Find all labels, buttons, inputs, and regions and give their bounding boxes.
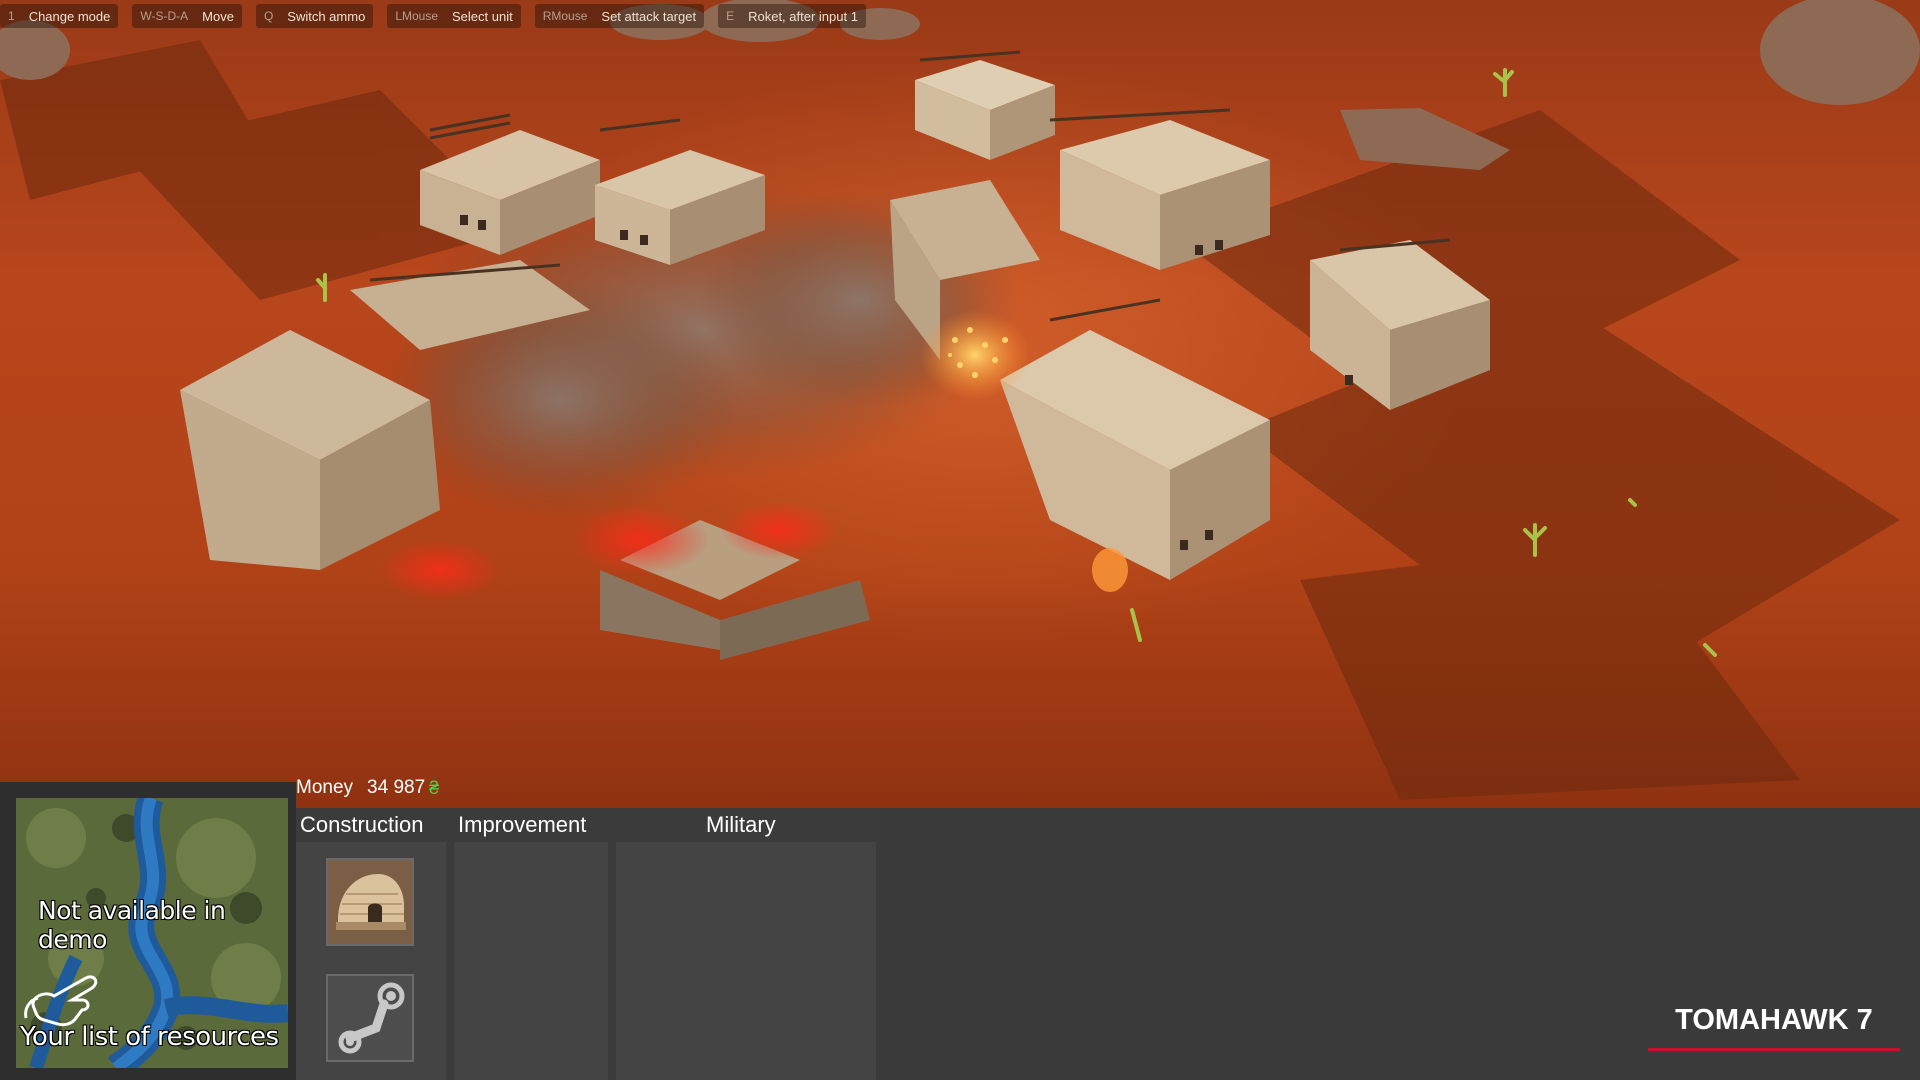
hint-label: Move [202,8,234,24]
game-screen: 1 Change mode W-S-D-A Move Q Switch ammo… [0,0,1920,1080]
hint-key: 1 [8,9,15,23]
key-hints-bar: 1 Change mode W-S-D-A Move Q Switch ammo… [0,0,1920,32]
build-tabs: Construction Improvement Military [296,808,886,842]
info-area [884,808,1920,1080]
explosion-sparks [920,310,1030,400]
money-value: 34 987 [367,777,426,798]
fire-glow [380,540,500,600]
game-logo: TOMAHAWK 7 [1675,1004,1873,1036]
game-world-viewport[interactable] [0,0,1920,808]
build-slot-hut[interactable] [326,858,414,946]
logo-underline [1648,1048,1900,1051]
tab-construction[interactable]: Construction [300,812,424,838]
hint-rocket: E Roket, after input 1 [718,4,866,28]
hint-key: RMouse [542,9,588,23]
improvement-column [454,842,608,1080]
hint-label: Change mode [28,8,111,24]
resources-hint: Your list of resources [20,1022,279,1052]
hint-key: LMouse [395,9,439,23]
hint-change-mode: 1 Change mode [0,4,119,28]
hint-label: Select unit [452,8,513,24]
hint-label: Roket, after input 1 [748,8,858,24]
hint-key: Q [263,9,274,23]
hint-select-unit: LMouse Select unit [387,4,521,28]
currency-icon: ₴ [429,777,440,798]
minimap-unavailable-notice: Not available in demo [38,896,226,954]
hut-icon [328,860,412,944]
money-display: Money 34 987 ₴ [296,770,439,806]
minimap-view[interactable]: Not available in demo Your list of resou… [16,798,288,1068]
hint-key: E [726,9,735,23]
hint-label: Set attack target [601,8,697,24]
bottom-panel: Not available in demo Your list of resou… [0,782,1920,1080]
tab-improvement[interactable]: Improvement [458,812,586,838]
build-slot-steam[interactable] [326,974,414,1062]
hint-key: W-S-D-A [140,9,189,23]
hint-switch-ammo: Q Switch ammo [255,4,374,28]
steam-icon [338,982,405,1054]
hint-label: Switch ammo [287,8,366,24]
world-scene [0,0,1920,800]
hint-set-attack-target: RMouse Set attack target [534,4,705,28]
money-label: Money [296,777,354,798]
military-column [616,842,876,1080]
hint-move: W-S-D-A Move [132,4,242,28]
minimap[interactable]: Not available in demo Your list of resou… [0,782,296,1080]
tab-military[interactable]: Military [706,812,776,838]
